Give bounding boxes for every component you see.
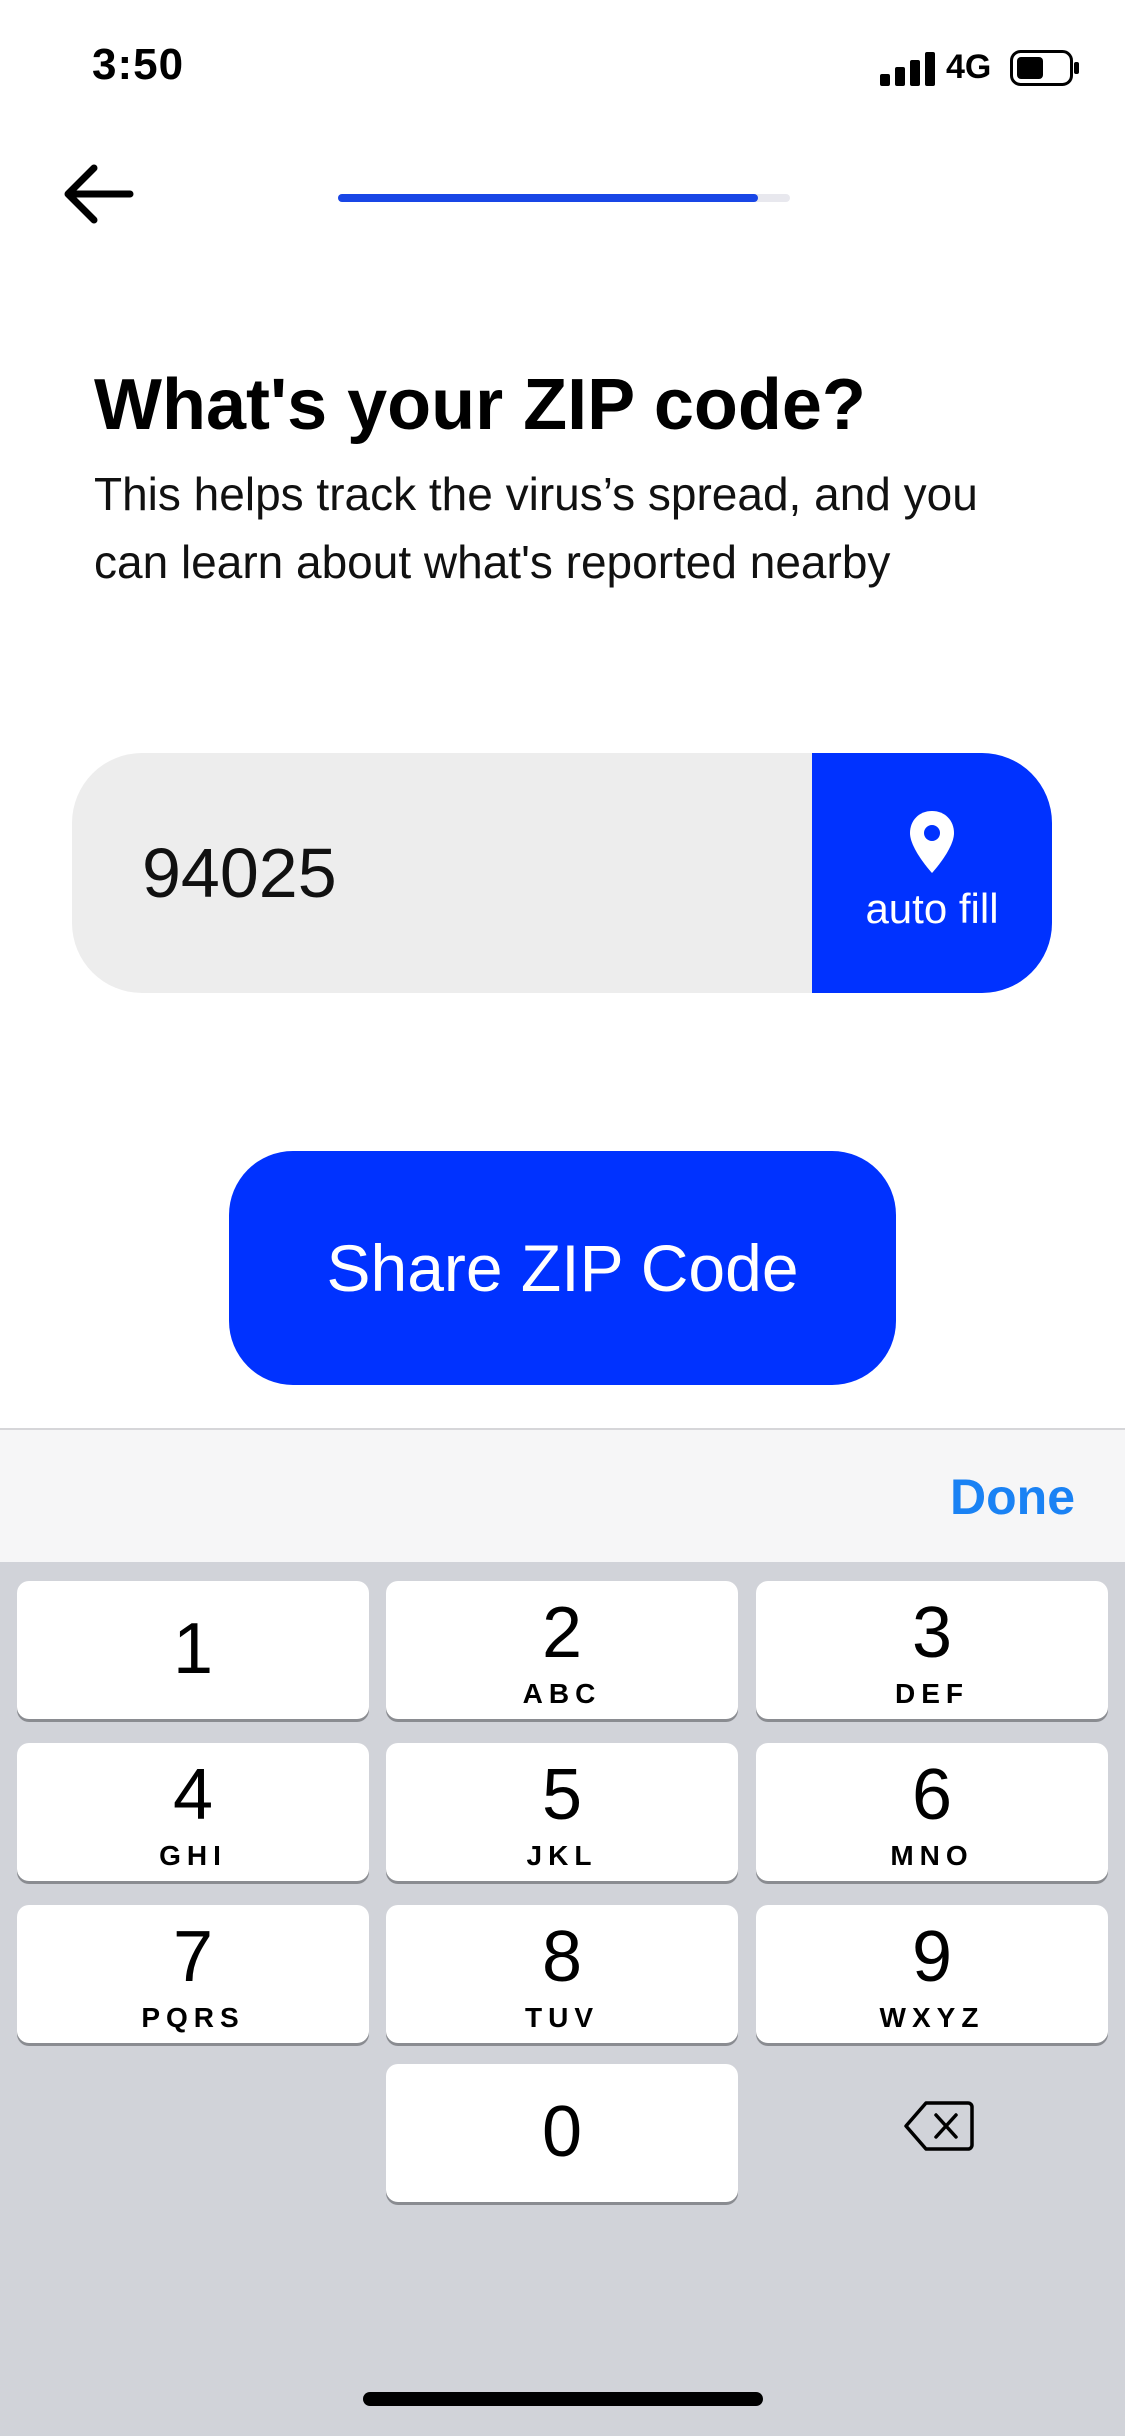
location-pin-icon (910, 811, 954, 873)
key-letters: JKL (526, 1840, 598, 1871)
network-type: 4G (946, 48, 992, 86)
key-4[interactable]: 4 GHI (17, 1743, 369, 1881)
keyboard-accessory-bar: Done (0, 1428, 1125, 1564)
key-2[interactable]: 2 ABC (386, 1581, 738, 1719)
onboarding-progress-bar (338, 194, 790, 202)
key-6[interactable]: 6 MNO (756, 1743, 1108, 1881)
key-3[interactable]: 3 DEF (756, 1581, 1108, 1719)
key-digit: 8 (541, 1917, 583, 1997)
delete-backspace-icon[interactable] (904, 2100, 974, 2152)
page-title: What's your ZIP code? (94, 365, 866, 445)
key-digit: 1 (172, 1609, 214, 1689)
key-8[interactable]: 8 TUV (386, 1905, 738, 2043)
key-1[interactable]: 1 (17, 1581, 369, 1719)
key-letters: GHI (159, 1840, 227, 1871)
page-subtitle: This helps track the virus’s spread, and… (94, 468, 978, 588)
key-digit: 2 (541, 1593, 583, 1673)
key-digit: 3 (911, 1593, 953, 1673)
key-digit: 9 (911, 1917, 953, 1997)
share-zip-code-button[interactable]: Share ZIP Code (229, 1151, 896, 1385)
key-digit: 4 (172, 1755, 214, 1835)
back-arrow-icon[interactable] (60, 160, 134, 228)
key-digit: 6 (911, 1755, 953, 1835)
key-5[interactable]: 5 JKL (386, 1743, 738, 1881)
signal-icon (880, 52, 935, 86)
key-letters: PQRS (141, 2002, 245, 2033)
auto-fill-button[interactable]: auto fill (812, 753, 1052, 993)
key-digit: 7 (172, 1917, 214, 1997)
status-time: 3:50 (92, 40, 185, 89)
key-9[interactable]: 9 WXYZ (756, 1905, 1108, 2043)
key-digit: 5 (541, 1755, 583, 1835)
key-digit: 0 (541, 2092, 583, 2172)
key-letters: WXYZ (879, 2002, 985, 2033)
onboarding-progress-fill (338, 194, 759, 202)
key-letters: DEF (895, 1678, 969, 1709)
zip-code-field: auto fill (72, 753, 1052, 993)
key-7[interactable]: 7 PQRS (17, 1905, 369, 2043)
key-letters: MNO (890, 1840, 974, 1871)
battery-icon (1010, 50, 1079, 86)
auto-fill-label: auto fill (865, 885, 999, 932)
done-button[interactable]: Done (950, 1468, 1075, 1526)
key-letters: TUV (525, 2002, 599, 2033)
key-letters: ABC (522, 1678, 602, 1709)
home-indicator (363, 2392, 763, 2406)
zip-code-input[interactable] (142, 753, 792, 993)
key-0[interactable]: 0 (386, 2064, 738, 2202)
